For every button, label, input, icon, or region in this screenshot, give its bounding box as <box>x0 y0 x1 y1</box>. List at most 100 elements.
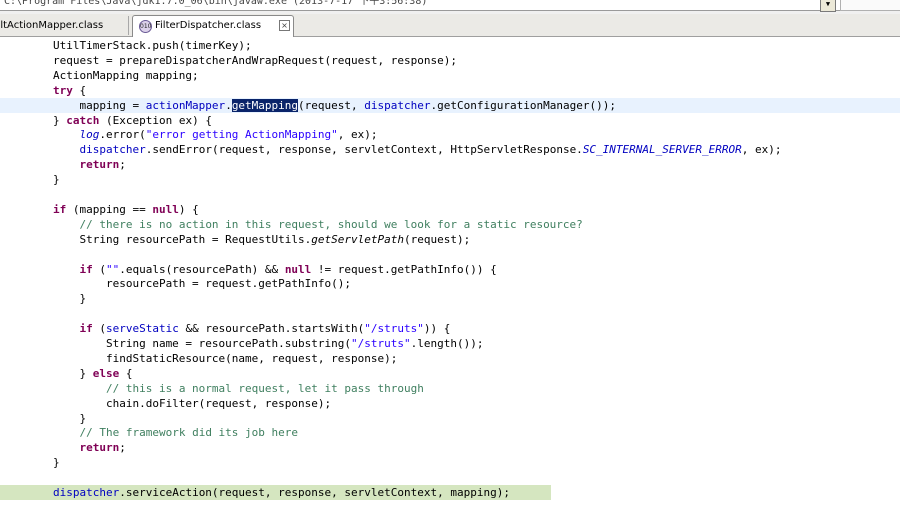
code-token: "" <box>105 262 120 276</box>
code-token: .equals(resourcePath) && <box>119 262 285 276</box>
code-token: // this is a normal request, let it pass… <box>105 381 424 395</box>
code-token: && resourcePath.startsWith( <box>178 322 365 336</box>
code-token: if <box>52 202 67 216</box>
code-token: log <box>79 128 100 142</box>
code-line[interactable]: // The framework did its job here <box>0 425 900 440</box>
code-token: if <box>79 262 93 276</box>
code-token: } <box>0 173 60 187</box>
code-line[interactable]: } <box>0 291 900 306</box>
code-token: dispatcher <box>52 486 120 499</box>
code-line[interactable]: ActionMapping mapping; <box>0 68 900 83</box>
code-token: . <box>225 98 232 112</box>
tab-filter-dispatcher[interactable]: 010 FilterDispatcher.class × <box>132 15 294 37</box>
code-line[interactable]: String resourcePath = RequestUtils.getSe… <box>0 232 900 247</box>
launch-path-text: C:\Program Files\Java\jdk1.7.0_06\bin\ja… <box>0 0 841 11</box>
code-token: "/struts" <box>364 322 424 336</box>
code-line[interactable]: findStaticResource(name, request, respon… <box>0 351 900 366</box>
code-token: (mapping == <box>66 202 153 216</box>
code-editor[interactable]: UtilTimerStack.push(timerKey); request =… <box>0 36 900 506</box>
code-line[interactable]: } <box>0 411 900 426</box>
code-line[interactable]: if ("".equals(resourcePath) && null != r… <box>0 262 900 277</box>
launch-path-bar: C:\Program Files\Java\jdk1.7.0_06\bin\ja… <box>0 0 900 14</box>
code-token: serveStatic <box>105 322 179 336</box>
code-token: actionMapper <box>145 98 226 112</box>
code-token: SC_INTERNAL_SERVER_ERROR <box>582 143 742 157</box>
code-token: ( <box>92 262 106 276</box>
code-line[interactable] <box>0 470 900 485</box>
code-line[interactable]: UtilTimerStack.push(timerKey); <box>0 38 900 53</box>
code-token: } <box>0 113 67 127</box>
close-icon[interactable]: × <box>279 20 290 31</box>
code-token: String name = resourcePath.substring( <box>0 337 351 350</box>
code-token: return <box>79 158 120 172</box>
code-line-selected[interactable]: mapping = actionMapper.getMapping(reques… <box>0 97 900 113</box>
code-line[interactable]: dispatcher.sendError(request, response, … <box>0 142 900 157</box>
code-token: .sendError(request, response, servletCon… <box>145 143 583 157</box>
code-line[interactable] <box>0 306 900 321</box>
code-token: .getConfigurationManager()); <box>430 98 616 112</box>
code-token: ( <box>92 322 106 336</box>
code-token: else <box>92 366 120 380</box>
code-token: } <box>0 411 87 425</box>
code-token: mapping = <box>0 98 146 112</box>
code-line[interactable]: } <box>0 455 900 470</box>
code-token: } <box>0 292 87 306</box>
code-token: , ex); <box>337 128 378 142</box>
code-token: { <box>72 83 87 97</box>
code-token: dispatcher <box>364 98 431 112</box>
code-line[interactable]: } <box>0 172 900 187</box>
code-token: (request); <box>403 232 471 246</box>
code-line[interactable]: return; <box>0 157 900 172</box>
code-line[interactable]: } else { <box>0 366 900 381</box>
code-line[interactable]: if (mapping == null) { <box>0 202 900 217</box>
code-token: ; <box>119 158 126 172</box>
code-line-current[interactable]: dispatcher.serviceAction(request, respon… <box>0 485 551 500</box>
code-line[interactable]: return; <box>0 440 900 455</box>
code-line[interactable] <box>0 247 900 262</box>
code-token: "error getting ActionMapping" <box>145 128 338 142</box>
code-line[interactable]: resourcePath = request.getPathInfo(); <box>0 276 900 291</box>
code-line[interactable]: // there is no action in this request, s… <box>0 217 900 232</box>
path-dropdown-button[interactable]: ▼ <box>820 0 836 12</box>
code-token: null <box>284 262 312 276</box>
code-token: getServletPath <box>311 232 404 246</box>
code-token: .error( <box>99 128 146 142</box>
code-token: chain.doFilter(request, response); <box>0 396 332 410</box>
code-token: // there is no action in this request, s… <box>79 217 583 231</box>
code-line[interactable]: String name = resourcePath.substring("/s… <box>0 336 900 351</box>
code-token: // The framework did its job here <box>79 426 299 440</box>
tab-default-action-mapper[interactable]: ultActionMapper.class <box>0 16 129 35</box>
editor-tab-bar: ultActionMapper.class 010 FilterDispatch… <box>0 14 900 37</box>
code-token: resourcePath = request.getPathInfo(); <box>0 277 351 291</box>
code-token: ; <box>119 441 126 455</box>
code-line[interactable]: try { <box>0 83 900 98</box>
code-token: } <box>0 366 93 380</box>
code-line[interactable]: } catch (Exception ex) { <box>0 113 900 128</box>
code-token: (Exception ex) { <box>99 113 212 127</box>
code-token: "/struts" <box>351 337 411 350</box>
code-token: ) { <box>178 202 199 216</box>
code-token: != request.getPathInfo()) { <box>311 262 497 276</box>
code-token: try <box>52 83 73 97</box>
code-line[interactable]: chain.doFilter(request, response); <box>0 396 900 411</box>
code-token: catch <box>66 113 100 127</box>
code-token: dispatcher <box>79 143 146 157</box>
code-line[interactable]: // this is a normal request, let it pass… <box>0 381 900 396</box>
code-line[interactable]: request = prepareDispatcherAndWrapReques… <box>0 53 900 68</box>
code-token: .serviceAction(request, response, servle… <box>119 486 510 499</box>
code-line[interactable]: log.error("error getting ActionMapping",… <box>0 127 900 142</box>
code-token: { <box>119 366 133 380</box>
code-line[interactable] <box>0 187 900 202</box>
code-token: if <box>79 322 93 336</box>
code-line[interactable]: if (serveStatic && resourcePath.startsWi… <box>0 321 900 336</box>
